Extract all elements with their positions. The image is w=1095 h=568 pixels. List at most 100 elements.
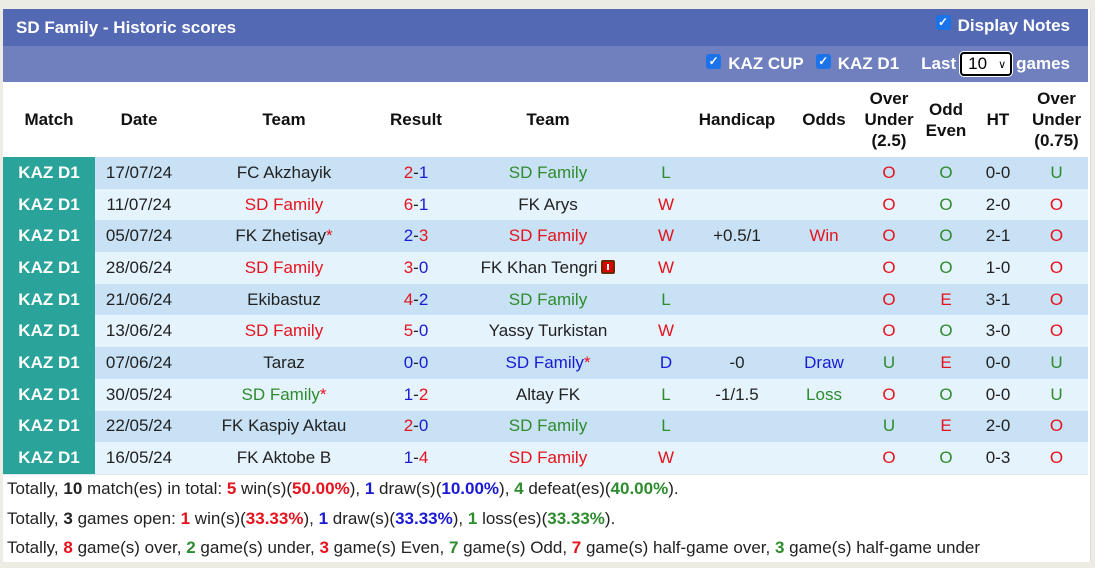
away-team-name[interactable]: SD Family: [509, 448, 587, 467]
league-badge[interactable]: KAZ D1: [3, 378, 95, 411]
summary-segment: defeat(es)(: [523, 479, 611, 498]
home-team-name[interactable]: FC Akzhayik: [237, 163, 331, 182]
home-team-name[interactable]: FK Zhetisay: [235, 226, 326, 245]
table-row[interactable]: KAZ D1 21/06/24 Ekibastuz 4-2 SD Family …: [3, 283, 1088, 316]
display-notes-checkbox[interactable]: ✓: [935, 14, 951, 30]
league-badge[interactable]: KAZ D1: [3, 157, 95, 189]
away-team-name[interactable]: FK Arys: [518, 195, 578, 214]
odd-even: O: [921, 442, 971, 474]
home-team[interactable]: FK Aktobe B: [183, 442, 385, 474]
home-team-name[interactable]: FK Kaspiy Aktau: [222, 416, 347, 435]
home-team[interactable]: Taraz: [183, 347, 385, 379]
col-outcome: [649, 82, 683, 157]
match-result[interactable]: 1-4: [385, 442, 447, 474]
away-team[interactable]: Altay FK: [447, 378, 649, 411]
table-row[interactable]: KAZ D1 22/05/24 FK Kaspiy Aktau 2-0 SD F…: [3, 410, 1088, 443]
home-team[interactable]: FK Kaspiy Aktau: [183, 410, 385, 443]
score-home: 2: [403, 226, 414, 246]
col-match: Match: [3, 82, 95, 157]
table-row[interactable]: KAZ D1 28/06/24 SD Family 3-0 FK Khan Te…: [3, 252, 1088, 284]
league-badge[interactable]: KAZ D1: [3, 315, 95, 348]
league-badge[interactable]: KAZ D1: [3, 220, 95, 253]
match-result[interactable]: 6-1: [385, 188, 447, 221]
odds-result: Win: [791, 220, 857, 253]
match-result[interactable]: 2-3: [385, 220, 447, 253]
divider: [3, 474, 1088, 475]
home-team-name[interactable]: SD Family: [245, 195, 323, 214]
league-badge[interactable]: KAZ D1: [3, 252, 95, 284]
away-team[interactable]: SD Family: [447, 442, 649, 474]
away-team-name[interactable]: SD Family: [509, 290, 587, 309]
table-row[interactable]: KAZ D1 17/07/24 FC Akzhayik 2-1 SD Famil…: [3, 157, 1088, 189]
home-team-name[interactable]: Ekibastuz: [247, 290, 321, 309]
away-team[interactable]: SD Family: [447, 283, 649, 316]
odd-even: E: [921, 283, 971, 316]
match-result[interactable]: 3-0: [385, 252, 447, 284]
home-team[interactable]: Ekibastuz: [183, 283, 385, 316]
away-team[interactable]: SD Family: [447, 410, 649, 443]
match-date: 11/07/24: [95, 188, 183, 221]
league-badge[interactable]: KAZ D1: [3, 442, 95, 474]
away-team[interactable]: FK Khan Tengri: [447, 252, 649, 284]
summary-segment: game(s) under,: [195, 538, 320, 557]
match-result[interactable]: 2-0: [385, 410, 447, 443]
kaz-cup-checkbox[interactable]: ✓: [706, 53, 722, 69]
away-team[interactable]: FK Arys: [447, 188, 649, 221]
over-under-25: O: [857, 188, 921, 221]
home-team[interactable]: FK Zhetisay*: [183, 220, 385, 253]
home-team-name[interactable]: FK Aktobe B: [237, 448, 332, 467]
away-team-name[interactable]: SD Family: [509, 416, 587, 435]
odd-even: E: [921, 347, 971, 379]
table-row[interactable]: KAZ D1 07/06/24 Taraz 0-0 SD Family* D -…: [3, 347, 1088, 379]
home-team-name[interactable]: Taraz: [263, 353, 305, 372]
handicap: -0: [683, 347, 791, 379]
half-time-score: 1-0: [971, 252, 1025, 284]
last-label: Last: [921, 54, 957, 73]
table-row[interactable]: KAZ D1 05/07/24 FK Zhetisay* 2-3 SD Fami…: [3, 220, 1088, 253]
away-team[interactable]: Yassy Turkistan: [447, 315, 649, 348]
match-result[interactable]: 5-0: [385, 315, 447, 348]
home-team-name[interactable]: SD Family: [245, 321, 323, 340]
away-team[interactable]: SD Family: [447, 157, 649, 189]
table-row[interactable]: KAZ D1 13/06/24 SD Family 5-0 Yassy Turk…: [3, 315, 1088, 348]
summary-segment: ).: [604, 508, 616, 528]
away-team[interactable]: SD Family*: [447, 347, 649, 379]
home-team-name[interactable]: SD Family: [245, 258, 323, 277]
away-team-name[interactable]: SD Family: [509, 163, 587, 182]
home-team[interactable]: FC Akzhayik: [183, 157, 385, 189]
summary-segment: 40.00%: [610, 479, 669, 498]
match-result[interactable]: 2-1: [385, 157, 447, 189]
match-result[interactable]: 0-0: [385, 347, 447, 379]
display-notes-toggle[interactable]: ✓ Display Notes: [935, 14, 1070, 36]
league-badge[interactable]: KAZ D1: [3, 283, 95, 316]
over-under-075: O: [1025, 188, 1088, 221]
league-badge[interactable]: KAZ D1: [3, 347, 95, 379]
away-team-name[interactable]: SD Family: [505, 353, 583, 372]
away-team-name[interactable]: FK Khan Tengri: [481, 258, 598, 277]
away-team-name[interactable]: Altay FK: [516, 385, 580, 404]
summary-segment: 3: [319, 538, 329, 557]
half-time-score: 0-0: [971, 347, 1025, 379]
home-team[interactable]: SD Family: [183, 252, 385, 284]
away-team-name[interactable]: SD Family: [509, 226, 587, 245]
home-team[interactable]: SD Family*: [183, 378, 385, 411]
league-badge[interactable]: KAZ D1: [3, 188, 95, 221]
match-result[interactable]: 4-2: [385, 283, 447, 316]
kaz-d1-checkbox[interactable]: ✓: [815, 53, 831, 69]
table-row[interactable]: KAZ D1 11/07/24 SD Family 6-1 FK Arys W …: [3, 188, 1088, 221]
odd-even: O: [921, 315, 971, 348]
table-row[interactable]: KAZ D1 16/05/24 FK Aktobe B 1-4 SD Famil…: [3, 442, 1088, 474]
games-count-select[interactable]: 10 ∨: [960, 52, 1013, 76]
league-badge[interactable]: KAZ D1: [3, 410, 95, 443]
home-team-name[interactable]: SD Family: [241, 385, 319, 404]
over-under-075: O: [1025, 220, 1088, 253]
table-row[interactable]: KAZ D1 30/05/24 SD Family* 1-2 Altay FK …: [3, 378, 1088, 411]
star-marker: *: [583, 352, 591, 372]
away-team-name[interactable]: Yassy Turkistan: [489, 321, 608, 340]
home-team[interactable]: SD Family: [183, 188, 385, 221]
half-time-score: 0-0: [971, 157, 1025, 189]
away-team[interactable]: SD Family: [447, 220, 649, 253]
match-result[interactable]: 1-2: [385, 378, 447, 411]
home-team[interactable]: SD Family: [183, 315, 385, 348]
col-ht: HT: [971, 82, 1025, 157]
